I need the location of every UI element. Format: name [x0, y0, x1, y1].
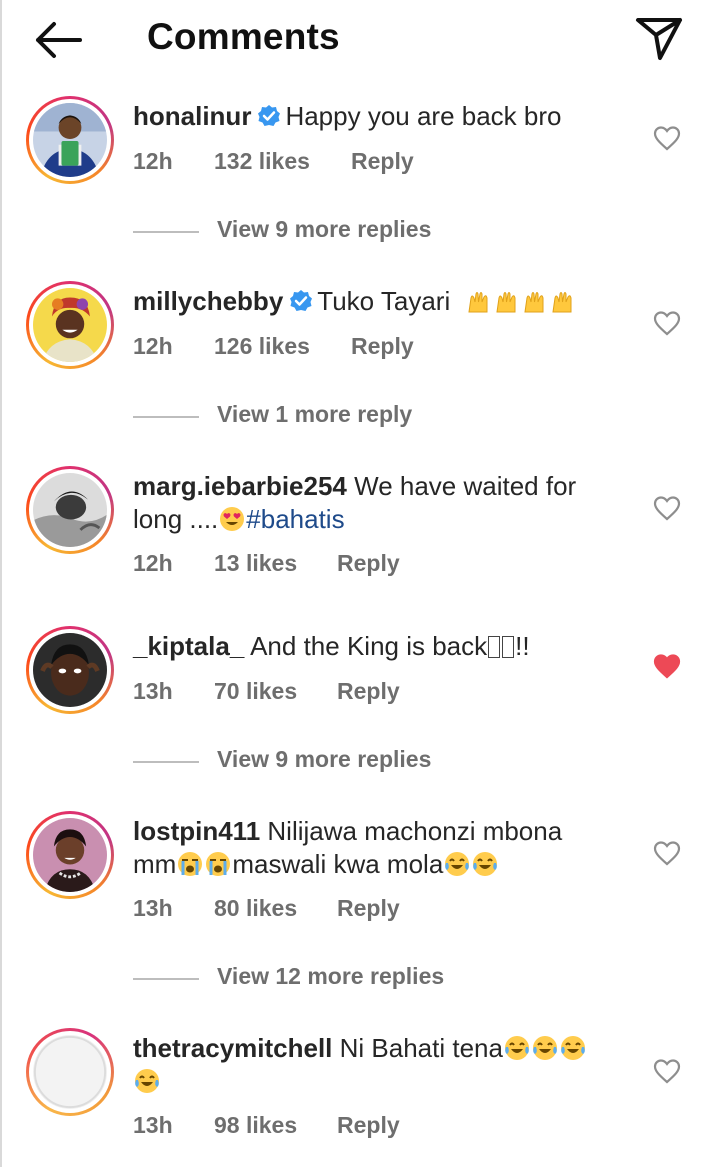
reply-button[interactable]: Reply: [337, 895, 400, 922]
reply-button[interactable]: Reply: [351, 333, 414, 360]
comment-time: 12h: [133, 333, 173, 359]
loudly-crying-emoji: [178, 852, 203, 876]
view-replies-label[interactable]: View 1 more reply: [217, 401, 412, 428]
tears-of-joy-emoji: [504, 1036, 529, 1060]
heart-eyes-emoji: [220, 507, 245, 531]
comment-time: 13h: [133, 895, 173, 921]
heart-icon[interactable]: [653, 840, 681, 866]
tears-of-joy-emoji: [445, 852, 470, 876]
comment-time: 12h: [133, 550, 173, 576]
view-replies-link[interactable]: View 9 more replies: [133, 746, 633, 776]
comment-likes[interactable]: 98 likes: [214, 1112, 297, 1139]
avatar[interactable]: [26, 281, 114, 369]
heart-filled-icon[interactable]: [653, 653, 681, 679]
view-replies-link[interactable]: View 9 more replies: [133, 216, 633, 246]
comments-screen: Comments honalinur Happy you are back br…: [0, 0, 720, 1167]
top-bar: Comments: [2, 0, 720, 84]
profile-photo: [33, 473, 107, 547]
default-avatar-placeholder: [33, 1035, 107, 1109]
comment-likes[interactable]: 126 likes: [214, 333, 310, 360]
comment-username[interactable]: _kiptala_: [133, 631, 244, 661]
profile-photo: [33, 818, 107, 892]
view-replies-label[interactable]: View 12 more replies: [217, 963, 444, 990]
avatar[interactable]: [26, 466, 114, 554]
comment-text: Ni Bahati tena: [339, 1033, 503, 1063]
missing-glyph-icon: [502, 636, 515, 658]
comment-text: Happy you are back bro: [285, 101, 562, 131]
comment-likes[interactable]: 80 likes: [214, 895, 297, 922]
view-replies-label[interactable]: View 9 more replies: [217, 746, 431, 773]
tears-of-joy-emoji: [473, 852, 498, 876]
comment-text: Nilijawa machonzi mbona: [267, 816, 563, 846]
comment-likes[interactable]: 132 likes: [214, 148, 310, 175]
divider: [133, 416, 199, 418]
comment-text-continued-2: maswali kwa mola: [232, 849, 444, 879]
view-replies-link[interactable]: View 1 more reply: [133, 401, 633, 431]
profile-photo: [33, 633, 107, 707]
comment-username[interactable]: millychebby: [133, 286, 283, 316]
avatar[interactable]: [26, 96, 114, 184]
loudly-crying-emoji: [206, 852, 231, 876]
hashtag-link[interactable]: #bahatis: [246, 504, 344, 534]
tears-of-joy-emoji: [135, 1069, 159, 1093]
comment-likes[interactable]: 70 likes: [214, 678, 297, 705]
raising-hands-emoji: [465, 286, 577, 316]
comment-username[interactable]: marg.iebarbie254: [133, 471, 347, 501]
comment-username[interactable]: honalinur: [133, 101, 251, 131]
verified-badge-icon: [258, 105, 281, 126]
reply-button[interactable]: Reply: [337, 550, 400, 577]
comment-time: 12h: [133, 148, 173, 174]
tears-of-joy-emoji: [532, 1036, 557, 1060]
avatar[interactable]: [26, 1028, 114, 1116]
view-replies-label[interactable]: View 9 more replies: [217, 216, 431, 243]
tears-of-joy-emoji: [560, 1036, 585, 1060]
share-button[interactable]: [634, 16, 684, 62]
comment-likes[interactable]: 13 likes: [214, 550, 297, 577]
heart-icon[interactable]: [653, 495, 681, 521]
comment-text-continued: long ....: [133, 504, 219, 534]
verified-badge-icon: [290, 290, 313, 311]
comment-time: 13h: [133, 678, 173, 704]
heart-icon[interactable]: [653, 310, 681, 336]
profile-photo: [33, 103, 107, 177]
comment-text: We have waited for: [354, 471, 577, 501]
heart-icon[interactable]: [653, 1058, 681, 1084]
arrow-left-icon: [36, 22, 82, 58]
page-title: Comments: [147, 16, 340, 57]
paper-plane-icon: [636, 18, 682, 60]
comment-time: 13h: [133, 1112, 173, 1138]
comment-username[interactable]: thetracymitchell: [133, 1033, 332, 1063]
comment-text-tail: !!: [515, 631, 530, 661]
reply-button[interactable]: Reply: [351, 148, 414, 175]
reply-button[interactable]: Reply: [337, 1112, 400, 1139]
profile-photo: [33, 288, 107, 362]
avatar[interactable]: [26, 626, 114, 714]
divider: [133, 761, 199, 763]
divider: [133, 231, 199, 233]
heart-icon[interactable]: [653, 125, 681, 151]
missing-glyph-icon: [488, 636, 501, 658]
reply-button[interactable]: Reply: [337, 678, 400, 705]
comment-username[interactable]: lostpin411: [133, 816, 260, 846]
comment-text: Tuko Tayari: [317, 286, 451, 316]
back-button[interactable]: [32, 18, 84, 62]
view-replies-link[interactable]: View 12 more replies: [133, 963, 633, 993]
comment-text-continued: mm: [133, 849, 177, 879]
divider: [133, 978, 199, 980]
comment-text: And the King is back: [250, 631, 488, 661]
avatar[interactable]: [26, 811, 114, 899]
